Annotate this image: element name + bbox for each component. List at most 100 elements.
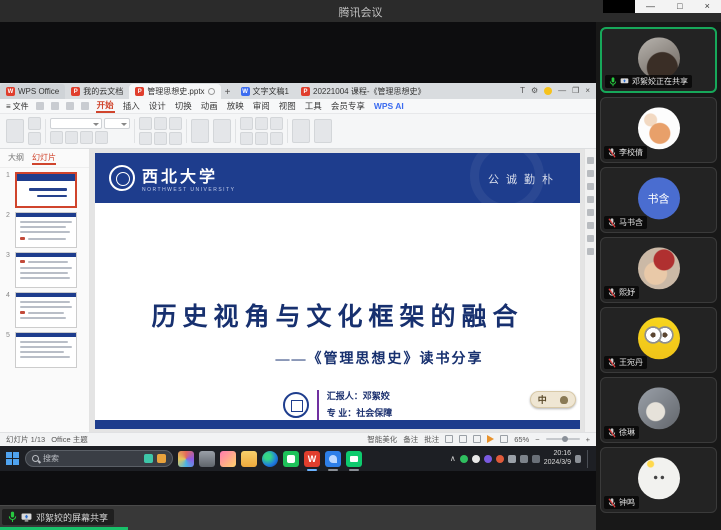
slide-thumbnail[interactable]: 4	[0, 288, 89, 328]
font-family-dropdown[interactable]	[50, 118, 102, 129]
menu-tab-insert[interactable]: 插入	[122, 100, 141, 112]
paste-button[interactable]	[6, 119, 24, 143]
menu-tab-home[interactable]: 开始	[96, 99, 115, 113]
comment-icon[interactable]	[587, 183, 594, 190]
search-highlight-icon[interactable]	[157, 454, 166, 463]
photos-app-icon[interactable]	[325, 451, 341, 467]
zoom-percent[interactable]: 65%	[514, 435, 529, 444]
menu-tab-animation[interactable]: 动画	[200, 100, 219, 112]
select-button[interactable]	[314, 119, 332, 143]
search-highlight-icon[interactable]	[144, 454, 153, 463]
member-icon[interactable]	[544, 87, 552, 95]
menu-tab-transition[interactable]: 切换	[174, 100, 193, 112]
task-view-icon[interactable]	[199, 451, 215, 467]
file-menu[interactable]: ≡ 文件	[6, 101, 29, 112]
slide-thumbnail[interactable]: 2	[0, 208, 89, 248]
find-button[interactable]	[292, 119, 310, 143]
participant-tile[interactable]: 李校倩	[600, 97, 717, 163]
doc-tab-course[interactable]: P 20221004 课程-《管理思想史》	[295, 84, 431, 99]
textbox-button[interactable]	[255, 117, 268, 130]
wifi-icon[interactable]	[508, 455, 516, 463]
play-slideshow-button[interactable]	[487, 435, 494, 443]
zoom-slider[interactable]	[546, 438, 580, 440]
normal-view-icon[interactable]	[445, 435, 453, 443]
tray-expand-icon[interactable]: ∧	[450, 454, 456, 463]
fit-window-icon[interactable]	[500, 435, 508, 443]
start-button[interactable]	[6, 452, 20, 466]
media-app-icon[interactable]	[220, 451, 236, 467]
font-size-dropdown[interactable]	[104, 118, 130, 129]
menu-tab-wps-ai[interactable]: WPS AI	[373, 101, 405, 111]
italic-button[interactable]	[65, 131, 78, 144]
more-tools-icon[interactable]	[587, 235, 594, 242]
underline-button[interactable]	[80, 131, 93, 144]
doc-tab-cloud[interactable]: P 我的云文档	[65, 84, 129, 99]
format-painter-button[interactable]	[28, 132, 41, 145]
battery-icon[interactable]	[532, 455, 540, 463]
properties-icon[interactable]	[587, 157, 594, 164]
menu-tab-member[interactable]: 会员专享	[330, 100, 366, 112]
menu-tab-review[interactable]: 审阅	[252, 100, 271, 112]
close-button[interactable]: ×	[705, 2, 710, 11]
participant-tile[interactable]: 王宛丹	[600, 307, 717, 373]
wps-taskbar-icon[interactable]: W	[304, 451, 320, 467]
line-spacing-button[interactable]	[169, 132, 182, 145]
slide[interactable]: 西北大学 NORTHWEST UNIVERSITY 公诚勤朴 历史视角与文化框架…	[95, 153, 580, 429]
participant-tile[interactable]: 徐琳	[600, 377, 717, 443]
panel-tab-slides[interactable]: 幻灯片	[32, 152, 56, 165]
font-color-button[interactable]	[95, 131, 108, 144]
slide-thumbnail[interactable]: 3	[0, 248, 89, 288]
show-desktop-button[interactable]	[587, 450, 590, 468]
tray-purple-icon[interactable]	[484, 455, 492, 463]
tray-red-icon[interactable]	[496, 455, 504, 463]
file-explorer-icon[interactable]	[241, 451, 257, 467]
slide-thumbnail[interactable]: 1	[0, 168, 89, 208]
menu-tab-tools[interactable]: 工具	[304, 100, 323, 112]
menu-tab-slideshow[interactable]: 放映	[226, 100, 245, 112]
smart-beautify-button[interactable]: 智能美化	[367, 434, 397, 445]
tray-cloud-icon[interactable]	[472, 455, 480, 463]
save-icon[interactable]	[36, 102, 44, 110]
picture-button[interactable]	[270, 117, 283, 130]
maximize-button[interactable]: □	[677, 2, 682, 11]
reading-view-icon[interactable]	[473, 435, 481, 443]
slide-sorter-icon[interactable]	[459, 435, 467, 443]
bullet-list-button[interactable]	[139, 132, 152, 145]
notes-button[interactable]: 备注	[403, 434, 418, 445]
star-icon[interactable]	[587, 170, 594, 177]
wps-minimize-button[interactable]: —	[558, 87, 566, 95]
align-center-button[interactable]	[154, 117, 167, 130]
collapse-icon[interactable]	[587, 248, 594, 255]
print-icon[interactable]	[51, 102, 59, 110]
comments-button[interactable]: 批注	[424, 434, 439, 445]
zoom-in-button[interactable]: +	[586, 435, 590, 444]
notification-icon[interactable]	[575, 455, 581, 463]
redo-icon[interactable]	[81, 102, 89, 110]
messaging-app-icon[interactable]	[283, 451, 299, 467]
participant-tile[interactable]: 钟鸣	[600, 447, 717, 513]
panel-tab-outline[interactable]: 大纲	[8, 152, 24, 165]
zoom-out-button[interactable]: −	[535, 435, 539, 444]
undo-icon[interactable]	[66, 102, 74, 110]
minimize-button[interactable]: —	[646, 2, 655, 11]
participant-tile[interactable]: 书含 马书含	[600, 167, 717, 233]
outline-color-button[interactable]	[255, 132, 268, 145]
share-banner[interactable]: 邓絮姣的屏幕共享	[2, 509, 114, 525]
edge-browser-icon[interactable]	[262, 451, 278, 467]
settings-gear-icon[interactable]: ⚙	[531, 87, 538, 95]
numbered-list-button[interactable]	[154, 132, 167, 145]
doc-tab-writer[interactable]: W 文字文稿1	[235, 84, 295, 99]
meeting-app-icon[interactable]	[346, 451, 362, 467]
tab-options-icon[interactable]	[208, 88, 215, 95]
wps-home-tab[interactable]: W WPS Office	[0, 84, 65, 99]
align-right-button[interactable]	[169, 117, 182, 130]
text-tool-icon[interactable]: T	[520, 87, 525, 95]
new-tab-button[interactable]: +	[221, 85, 235, 99]
align-left-button[interactable]	[139, 117, 152, 130]
layout-button[interactable]	[213, 119, 231, 143]
menu-tab-design[interactable]: 设计	[148, 100, 167, 112]
fill-color-button[interactable]	[240, 132, 253, 145]
effects-button[interactable]	[270, 132, 283, 145]
wps-close-button[interactable]: ×	[585, 87, 590, 95]
slide-thumbnail[interactable]: 5	[0, 328, 89, 368]
